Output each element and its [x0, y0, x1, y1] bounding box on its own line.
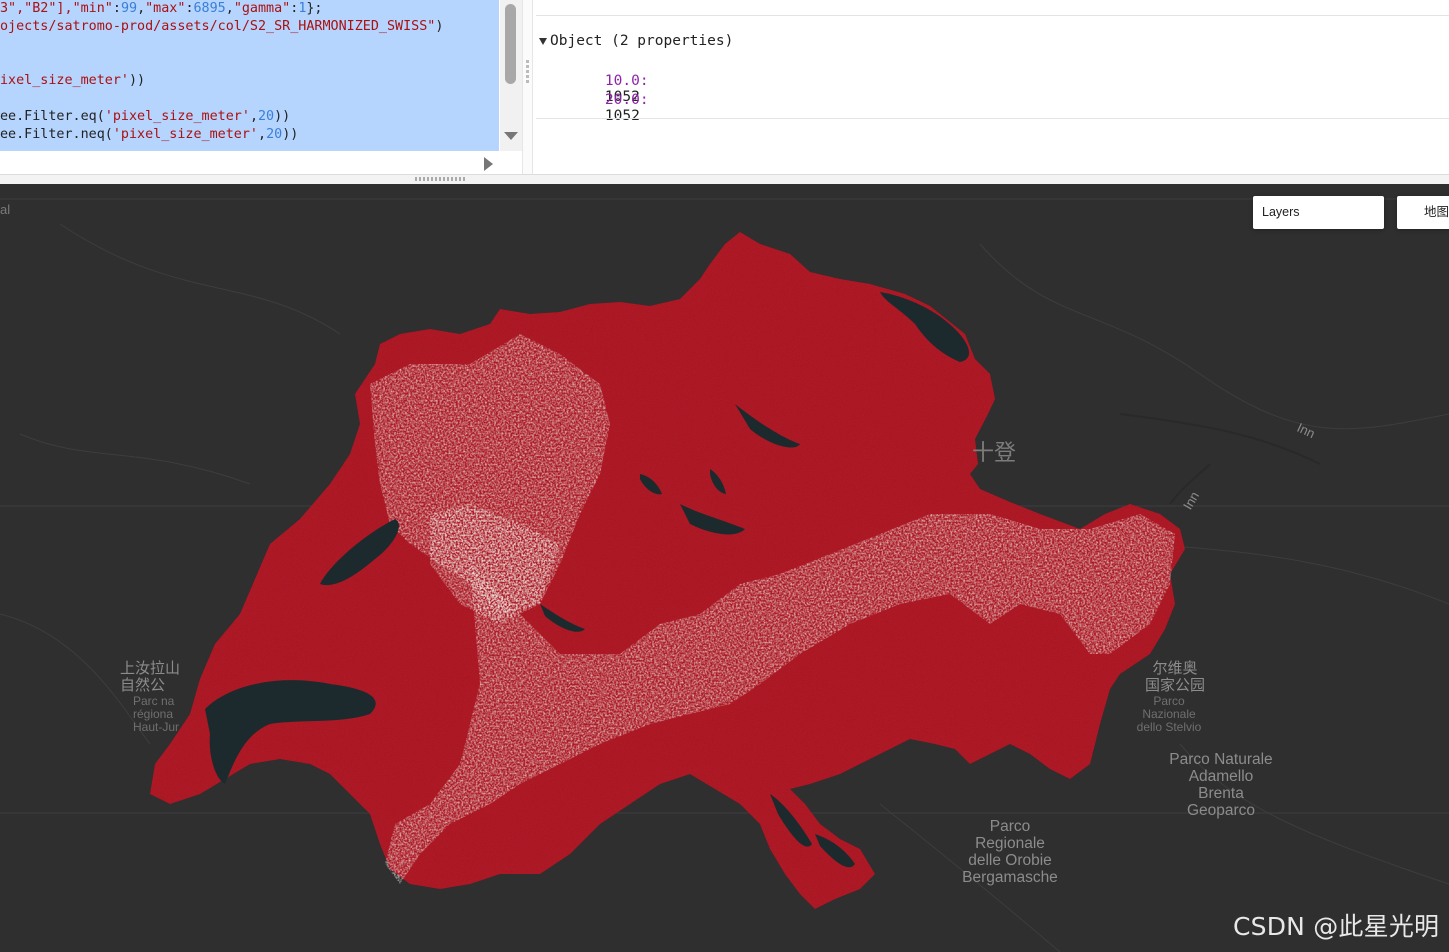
- map-label-line: dello Stelvio: [1136, 720, 1202, 734]
- code-token: 3","B2"],: [0, 1, 73, 16]
- code-token: ,: [137, 1, 146, 16]
- watermark: CSDN @此星光明: [1233, 912, 1440, 941]
- map-view[interactable]: al 十登 Inn Inn 上汝拉山 自然公 Parc na régiona H…: [0, 184, 1449, 952]
- scroll-down-arrow-icon[interactable]: [504, 132, 518, 140]
- splitter-grip-dot: [526, 75, 529, 78]
- code-token: ixel_size_meter': [0, 73, 129, 88]
- code-token: 'pixel_size_meter': [112, 127, 258, 142]
- code-token: 20: [266, 127, 283, 142]
- map-label-line: Haut-Jur: [133, 720, 180, 734]
- map-label-adamello: Parco Naturale Adamello Brenta Geoparco: [1160, 751, 1282, 819]
- map-label-jura: 上汝拉山 自然公: [120, 660, 180, 694]
- scrollbar-thumb[interactable]: [505, 4, 516, 84]
- map-label-orobie: Parco Regionale delle Orobie Bergamasche: [950, 818, 1070, 886]
- map-label-line: delle Orobie: [968, 852, 1052, 869]
- code-token: ,: [225, 1, 234, 16]
- code-line[interactable]: ee.Filter.eq('pixel_size_meter',20)): [0, 108, 290, 126]
- code-token: :: [112, 1, 121, 16]
- map-label-line: 国家公园: [1144, 677, 1205, 694]
- code-token: ): [435, 19, 444, 34]
- code-token: 'pixel_size_meter': [104, 109, 250, 124]
- map-type-button[interactable]: 地图: [1397, 196, 1449, 229]
- splitter-grip-dot: [526, 60, 529, 63]
- splitter-grip-dot: [526, 70, 529, 73]
- map-label-line: Adamello: [1188, 768, 1254, 785]
- code-token: "gamma": [233, 1, 291, 16]
- splitter-grip-icon[interactable]: [415, 177, 465, 181]
- property-value: 1052: [604, 108, 640, 124]
- code-area[interactable]: 3","B2"],"min":99,"max":6895,"gamma":1};…: [0, 0, 499, 151]
- code-token: ee.Filter.neq(: [0, 127, 113, 142]
- code-token: ojects/satromo-prod/assets/col/S2_SR_HAR…: [0, 19, 436, 34]
- code-line[interactable]: ojects/satromo-prod/assets/col/S2_SR_HAR…: [0, 18, 443, 36]
- scroll-right-arrow-icon[interactable]: [484, 157, 493, 171]
- splitter-grip-dot: [526, 80, 529, 83]
- code-token: 99: [120, 1, 138, 16]
- code-line[interactable]: ixel_size_meter')): [0, 72, 145, 90]
- map-label-line: 上汝拉山: [120, 660, 181, 677]
- map-label-line: Parco Naturale: [1169, 751, 1273, 768]
- map-label-stelvio-cn: 尔维奥 国家公园: [1135, 660, 1215, 694]
- map-label-line: Geoparco: [1186, 802, 1256, 819]
- map-label-line: Brenta: [1198, 785, 1244, 802]
- map-label: al: [0, 202, 11, 217]
- map-canvas[interactable]: [0, 184, 1449, 952]
- code-token: ,: [258, 127, 267, 142]
- code-token: ,: [249, 109, 258, 124]
- code-line[interactable]: 3","B2"],"min":99,"max":6895,"gamma":1};: [0, 0, 323, 18]
- map-label-line: Regionale: [975, 835, 1045, 852]
- panel-splitter-vertical[interactable]: [522, 0, 533, 174]
- code-token: )): [274, 109, 291, 124]
- code-token: 6895: [193, 1, 226, 16]
- code-token: )): [282, 127, 299, 142]
- map-label-line: 自然公: [120, 677, 166, 694]
- basemap-rivers: [1119, 413, 1321, 505]
- code-token: };: [306, 1, 323, 16]
- panel-splitter-horizontal[interactable]: [0, 174, 1449, 184]
- property-key: 20.0:: [604, 92, 649, 108]
- code-token: ee.Filter.eq(: [0, 109, 105, 124]
- code-editor[interactable]: 3","B2"],"min":99,"max":6895,"gamma":1};…: [0, 0, 522, 174]
- layers-button[interactable]: Layers: [1253, 196, 1384, 229]
- splitter-grip-dot: [526, 65, 529, 68]
- editor-horizontal-scrollbar[interactable]: [0, 151, 522, 174]
- map-label-line: Parco: [989, 818, 1031, 835]
- object-header[interactable]: Object (2 properties): [550, 33, 733, 49]
- code-token: )): [129, 73, 146, 88]
- code-token: 20: [258, 109, 275, 124]
- code-token: :: [185, 1, 194, 16]
- code-line[interactable]: ee.Filter.neq('pixel_size_meter',20)): [0, 126, 298, 144]
- map-label-line: 尔维奥: [1152, 660, 1198, 677]
- code-token: "min": [72, 1, 113, 16]
- console-divider: [536, 15, 1449, 16]
- code-token: "max": [145, 1, 186, 16]
- map-label-line: Bergamasche: [962, 869, 1058, 886]
- map-label-stelvio: Parco Nazionale dello Stelvio: [1125, 695, 1213, 734]
- property-row: 20.0: 1052: [570, 76, 649, 140]
- console-panel: Object (2 properties) 10.0: 1052 20.0: 1…: [534, 0, 1449, 174]
- map-label-jura-fr: Parc na régiona Haut-Jur: [133, 695, 179, 734]
- map-label: 十登: [972, 440, 1017, 465]
- editor-vertical-scrollbar[interactable]: [500, 0, 522, 151]
- expand-caret-icon[interactable]: [539, 38, 547, 45]
- console-divider: [536, 118, 1449, 119]
